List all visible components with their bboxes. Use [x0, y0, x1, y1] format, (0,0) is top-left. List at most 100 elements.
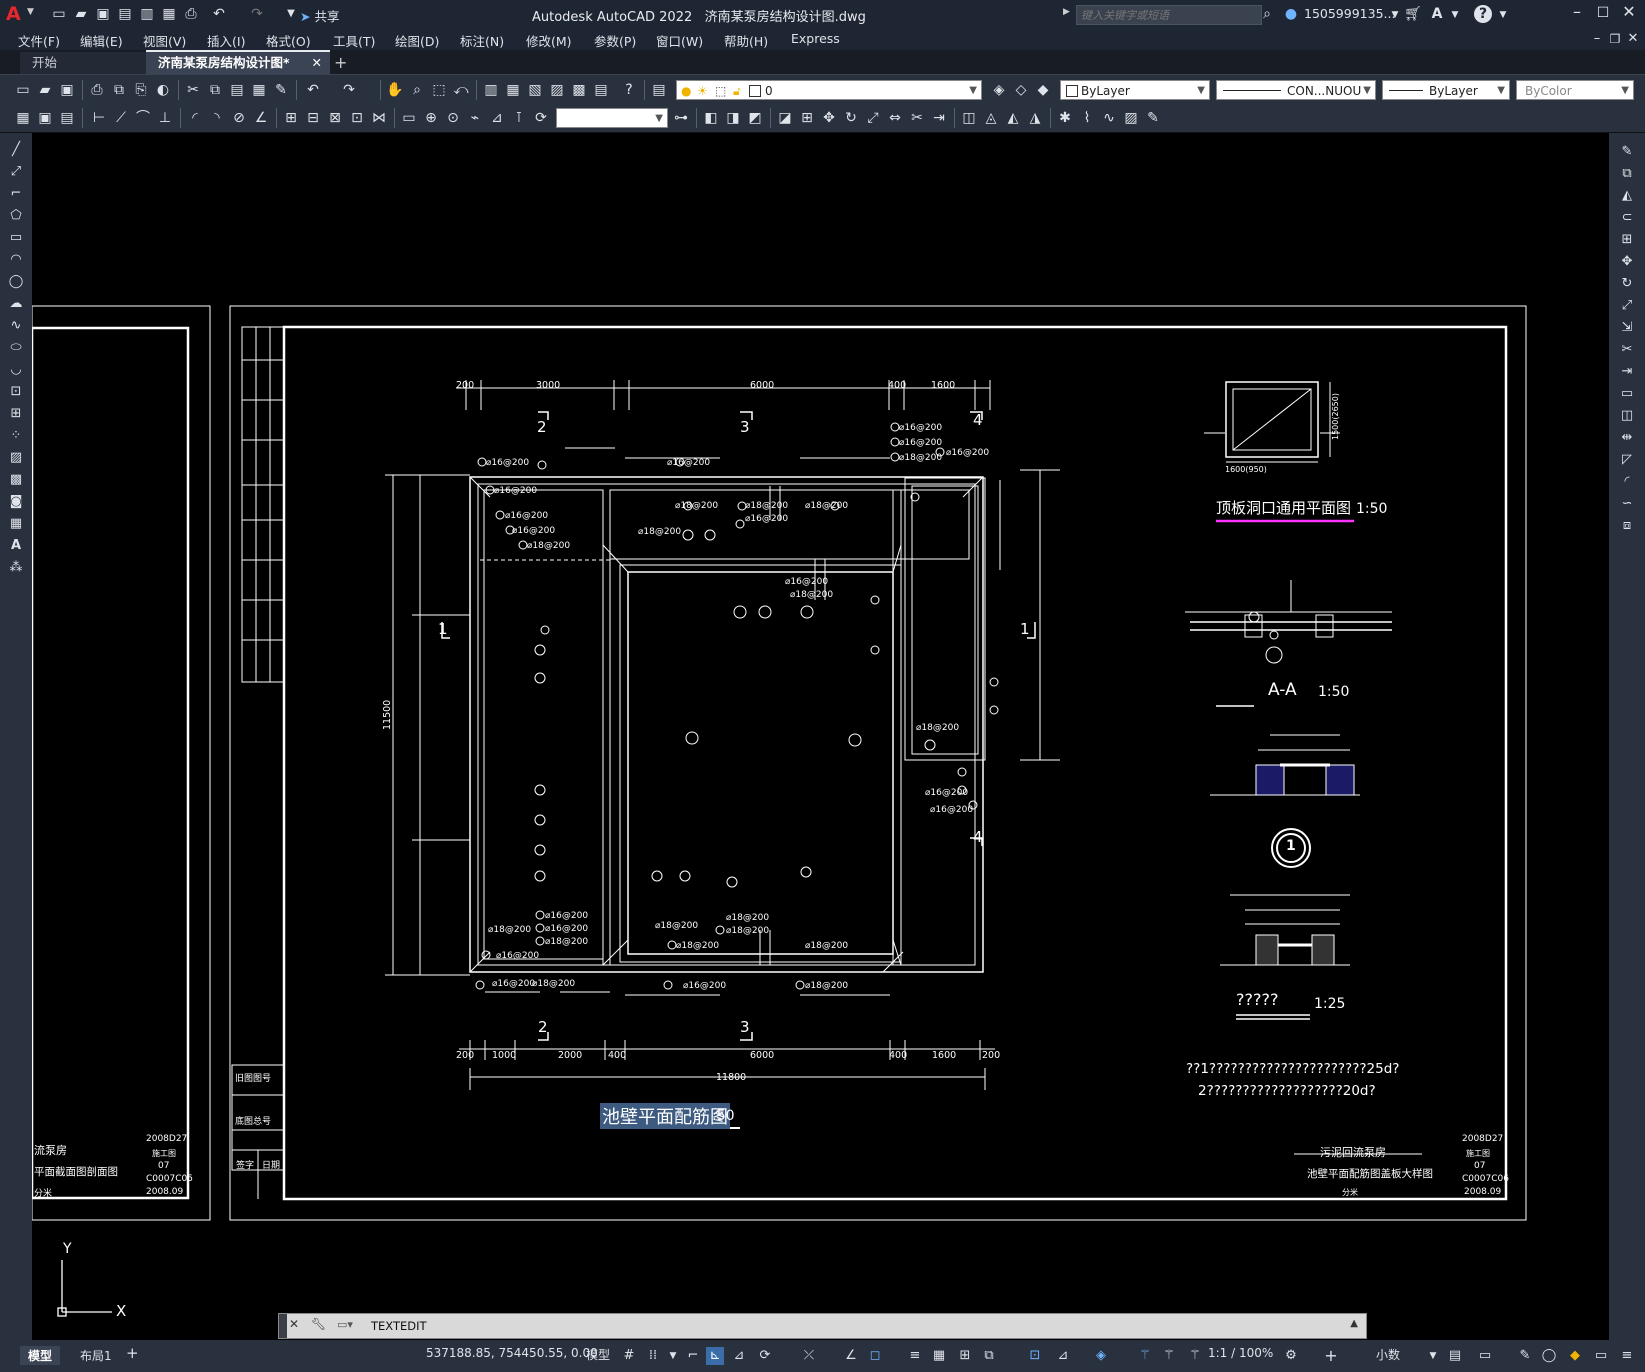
blend-icon[interactable]: ∽: [1618, 495, 1636, 513]
menu-file[interactable]: 文件(F): [18, 31, 60, 50]
mtext-icon[interactable]: A: [7, 537, 25, 555]
qnew-icon[interactable]: ▭: [14, 81, 32, 99]
snap-icon[interactable]: ⁞⁞: [644, 1347, 662, 1365]
open-web-icon[interactable]: ▥: [138, 5, 156, 23]
workspace-icon[interactable]: ▦: [14, 109, 32, 127]
user-icon[interactable]: ●: [1282, 5, 1300, 23]
annotation-scale-icon[interactable]: ⚚: [1186, 1347, 1204, 1365]
jogged-linear-icon[interactable]: ⌁: [466, 109, 484, 127]
menu-help[interactable]: 帮助(H): [724, 31, 768, 50]
menu-edit[interactable]: 编辑(E): [80, 31, 123, 50]
print-icon[interactable]: ⎙: [88, 81, 106, 99]
open-icon[interactable]: ▰: [36, 81, 54, 99]
app-menu-chevron-icon[interactable]: ▼: [27, 7, 34, 17]
layer-walk-icon[interactable]: ▤: [58, 109, 76, 127]
graphics-perf-icon[interactable]: ◆: [1566, 1347, 1584, 1365]
open-file-icon[interactable]: ▰: [72, 5, 90, 23]
pan-icon[interactable]: ✋: [386, 81, 404, 99]
a360-chevron-icon[interactable]: ▼: [1446, 6, 1464, 24]
design-center-icon[interactable]: ▦: [504, 81, 522, 99]
units-value[interactable]: 小数: [1376, 1346, 1400, 1363]
menu-window[interactable]: 窗口(W): [656, 31, 703, 50]
menu-parametric[interactable]: 参数(P): [594, 31, 636, 50]
cut-icon[interactable]: ✂: [184, 81, 202, 99]
fillet-r-icon[interactable]: ◜: [1618, 473, 1636, 491]
lineweight-display-icon[interactable]: ◻: [866, 1347, 884, 1365]
tab-start[interactable]: 开始: [20, 52, 159, 74]
make-current-icon[interactable]: ◈: [990, 81, 1008, 99]
doc-close-icon[interactable]: ✕: [1624, 30, 1642, 48]
rotate-r-icon[interactable]: ↻: [1618, 275, 1636, 293]
menu-tools[interactable]: 工具(T): [333, 31, 375, 50]
minimize-icon[interactable]: –: [1568, 3, 1586, 21]
sheet-set-icon[interactable]: ▨: [548, 81, 566, 99]
quick-properties-icon[interactable]: ▤: [1446, 1347, 1464, 1365]
save-web-icon[interactable]: ▦: [160, 5, 178, 23]
edit-text-icon[interactable]: ✎: [1144, 109, 1162, 127]
lineweight-dropdown[interactable]: ByLayer ▼: [1382, 80, 1510, 100]
save-as-icon[interactable]: ▤: [116, 5, 134, 23]
object-snap-icon[interactable]: ∠: [842, 1347, 860, 1365]
join-r-icon[interactable]: ⇹: [1618, 429, 1636, 447]
table-icon[interactable]: ▦: [7, 515, 25, 533]
search-input[interactable]: [1076, 5, 1262, 25]
zoom-window-icon[interactable]: ⬚: [430, 81, 448, 99]
paste-icon[interactable]: ▤: [228, 81, 246, 99]
make-block-icon[interactable]: ⊞: [7, 405, 25, 423]
plot-icon[interactable]: ⎙: [182, 5, 200, 23]
spline-icon[interactable]: ∿: [7, 317, 25, 335]
hatch-icon[interactable]: ▨: [7, 449, 25, 467]
coordinates-readout[interactable]: 537188.85, 754450.55, 0.00: [426, 1346, 598, 1360]
menu-modify[interactable]: 修改(M): [526, 31, 572, 50]
plotstyle-dropdown[interactable]: ByColor ▼: [1516, 80, 1634, 100]
tab-drawing[interactable]: 济南某泵房结构设计图* ✕: [146, 50, 330, 74]
search-expand-icon[interactable]: ▶: [1063, 7, 1070, 17]
scale-icon[interactable]: ⤢: [864, 109, 882, 127]
customize-chevron-icon[interactable]: ▼: [282, 5, 300, 23]
rotate-icon[interactable]: ↻: [842, 109, 860, 127]
menu-insert[interactable]: 插入(I): [207, 31, 245, 50]
erase-r-icon[interactable]: ✎: [1618, 143, 1636, 161]
explode-r-icon[interactable]: ⧈: [1618, 517, 1636, 535]
dim-space-icon[interactable]: ⊡: [348, 109, 366, 127]
tool-palettes-icon[interactable]: ▧: [526, 81, 544, 99]
undo-tb-icon[interactable]: ↶: [304, 81, 322, 99]
3d-print-icon[interactable]: ◐: [154, 81, 172, 99]
extend-r-icon[interactable]: ⇥: [1618, 363, 1636, 381]
menu-draw[interactable]: 绘图(D): [395, 31, 439, 50]
isodraft-icon[interactable]: ⟳: [756, 1347, 774, 1365]
user-account[interactable]: 1505999135...: [1304, 6, 1395, 21]
command-line[interactable]: ✕ 🔧︎ ▭▾ TEXTEDIT ▲: [278, 1313, 1367, 1339]
dim-update-icon[interactable]: ⟳: [532, 109, 550, 127]
dim-jogged-icon[interactable]: ◝: [208, 109, 226, 127]
circle-icon[interactable]: ◯: [7, 273, 25, 291]
block-icon[interactable]: ▣: [36, 109, 54, 127]
scale-r-icon[interactable]: ⤢: [1618, 297, 1636, 315]
add-icon[interactable]: +: [1322, 1347, 1340, 1365]
extend-icon[interactable]: ⇥: [930, 109, 948, 127]
customize-status-icon[interactable]: ≡: [1618, 1347, 1636, 1365]
3d-osnap-icon[interactable]: ⊞: [956, 1347, 974, 1365]
main-title[interactable]: 池壁平面配筋图: [600, 1103, 730, 1129]
dim-break-icon[interactable]: ⋈: [370, 109, 388, 127]
trim-icon[interactable]: ✂: [908, 109, 926, 127]
auto-scale-icon[interactable]: ⚚: [1160, 1347, 1178, 1365]
autocad-logo[interactable]: A: [6, 3, 26, 25]
chamfer-icon[interactable]: ◭: [1004, 109, 1022, 127]
tolerance-icon[interactable]: ▭: [400, 109, 418, 127]
dim-edit-icon[interactable]: ⊿: [488, 109, 506, 127]
dim-linear-icon[interactable]: ⊢: [90, 109, 108, 127]
close-icon[interactable]: ✕: [1620, 3, 1638, 21]
clean-screen-icon[interactable]: ▭: [1592, 1347, 1610, 1365]
a360-icon[interactable]: A: [1428, 5, 1446, 23]
polyline-icon[interactable]: ⌐: [7, 185, 25, 203]
inspect-icon[interactable]: ⊙: [444, 109, 462, 127]
save-tb-icon[interactable]: ▣: [58, 81, 76, 99]
stretch-r-icon[interactable]: ⇲: [1618, 319, 1636, 337]
insert-block-icon[interactable]: ⊡: [7, 383, 25, 401]
explode-icon[interactable]: ✱: [1056, 109, 1074, 127]
doc-minimize-icon[interactable]: –: [1588, 30, 1606, 48]
array-r-icon[interactable]: ⊞: [1618, 231, 1636, 249]
help-icon[interactable]: ?: [1474, 5, 1492, 23]
move-icon[interactable]: ✥: [820, 109, 838, 127]
